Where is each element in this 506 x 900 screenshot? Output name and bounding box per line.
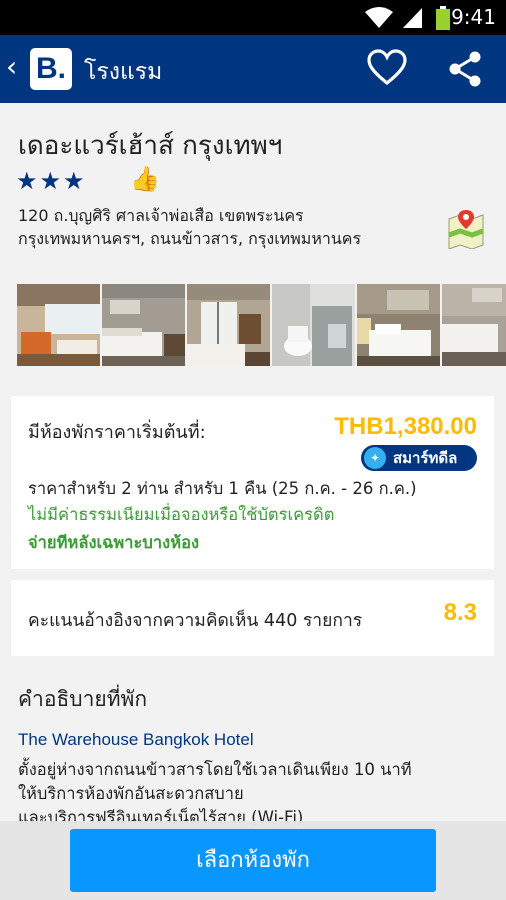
no-fee-note: ไม่มีค่าธรรมเนียมเมื่อจองหรือใช้บัตรเครด… xyxy=(28,505,335,524)
status-bar: 9:41 xyxy=(0,0,506,35)
hotel-name: เดอะแวร์เฮ้าส์ กรุงเทพฯ xyxy=(18,131,283,161)
photo-gallery[interactable] xyxy=(17,284,506,366)
hotel-photo[interactable] xyxy=(17,284,100,366)
heart-icon[interactable] xyxy=(366,49,408,87)
description-line-2: ให้บริการห้องพักอันสะดวกสบาย xyxy=(18,784,244,803)
description-text: ตั้งอยู่ห่างจากถนนข้าวสารโดยใช้เวลาเดินเ… xyxy=(18,758,478,830)
bottom-bar: เลือกห้องพัก xyxy=(0,821,506,900)
clock: 9:41 xyxy=(451,5,496,29)
review-score-card[interactable]: คะแนนอ้างอิงจากความคิดเห็น 440 รายการ 8.… xyxy=(11,580,494,656)
lightbulb-icon: ✦ xyxy=(364,447,386,469)
map-icon[interactable] xyxy=(447,207,485,249)
booking-logo[interactable]: B. xyxy=(30,48,72,90)
hotel-photo[interactable] xyxy=(272,284,355,366)
hotel-photo[interactable] xyxy=(187,284,270,366)
hotel-photo[interactable] xyxy=(442,284,506,366)
description-hotel-name: The Warehouse Bangkok Hotel xyxy=(18,730,254,749)
star-rating: ★★★ xyxy=(16,167,87,195)
description-line-1: ตั้งอยู่ห่างจากถนนข้าวสารโดยใช้เวลาเดินเ… xyxy=(18,760,412,779)
hotel-details[interactable]: เดอะแวร์เฮ้าส์ กรุงเทพฯ ★★★ 👍 120 ถ.บุญศ… xyxy=(0,103,506,900)
address-line-1: 120 ถ.บุญศิริ ศาลเจ้าพ่อเสือ เขตพระนคร xyxy=(18,206,304,225)
description-title: คำอธิบายที่พัก xyxy=(18,687,148,711)
battery-icon xyxy=(436,6,450,30)
smart-deal-badge[interactable]: ✦ สมาร์ทดีล xyxy=(361,445,477,471)
hotel-photo[interactable] xyxy=(357,284,440,366)
review-score-value: 8.3 xyxy=(443,599,477,626)
review-score-label: คะแนนอ้างอิงจากความคิดเห็น 440 รายการ xyxy=(28,611,363,631)
wifi-icon xyxy=(365,7,393,28)
smart-deal-label: สมาร์ทดีล xyxy=(393,449,458,467)
thumbs-up-icon: 👍 xyxy=(130,165,160,193)
signal-icon xyxy=(403,8,422,28)
hotel-photo[interactable] xyxy=(102,284,185,366)
hotel-address: 120 ถ.บุญศิริ ศาลเจ้าพ่อเสือ เขตพระนคร ก… xyxy=(18,204,438,250)
app-bar: ‹ B. โรงแรม xyxy=(0,35,506,103)
share-icon[interactable] xyxy=(447,51,483,87)
price-card[interactable]: มีห้องพักราคาเริ่มต้นที่: THB1,380.00 ✦ … xyxy=(11,396,494,569)
price-value: THB1,380.00 xyxy=(334,413,477,440)
pay-later-note: จ่ายทีหลังเฉพาะบางห้อง xyxy=(28,533,200,552)
price-note: ราคาสำหรับ 2 ท่าน สำหรับ 1 คืน (25 ก.ค. … xyxy=(28,479,417,498)
select-room-button[interactable]: เลือกห้องพัก xyxy=(70,829,436,892)
back-icon[interactable]: ‹ xyxy=(6,53,17,81)
page-title: โรงแรม xyxy=(84,59,163,85)
price-label: มีห้องพักราคาเริ่มต้นที่: xyxy=(28,422,206,443)
address-line-2: กรุงเทพมหานครฯ, ถนนข้าวสาร, กรุงเทพมหานค… xyxy=(18,229,362,248)
